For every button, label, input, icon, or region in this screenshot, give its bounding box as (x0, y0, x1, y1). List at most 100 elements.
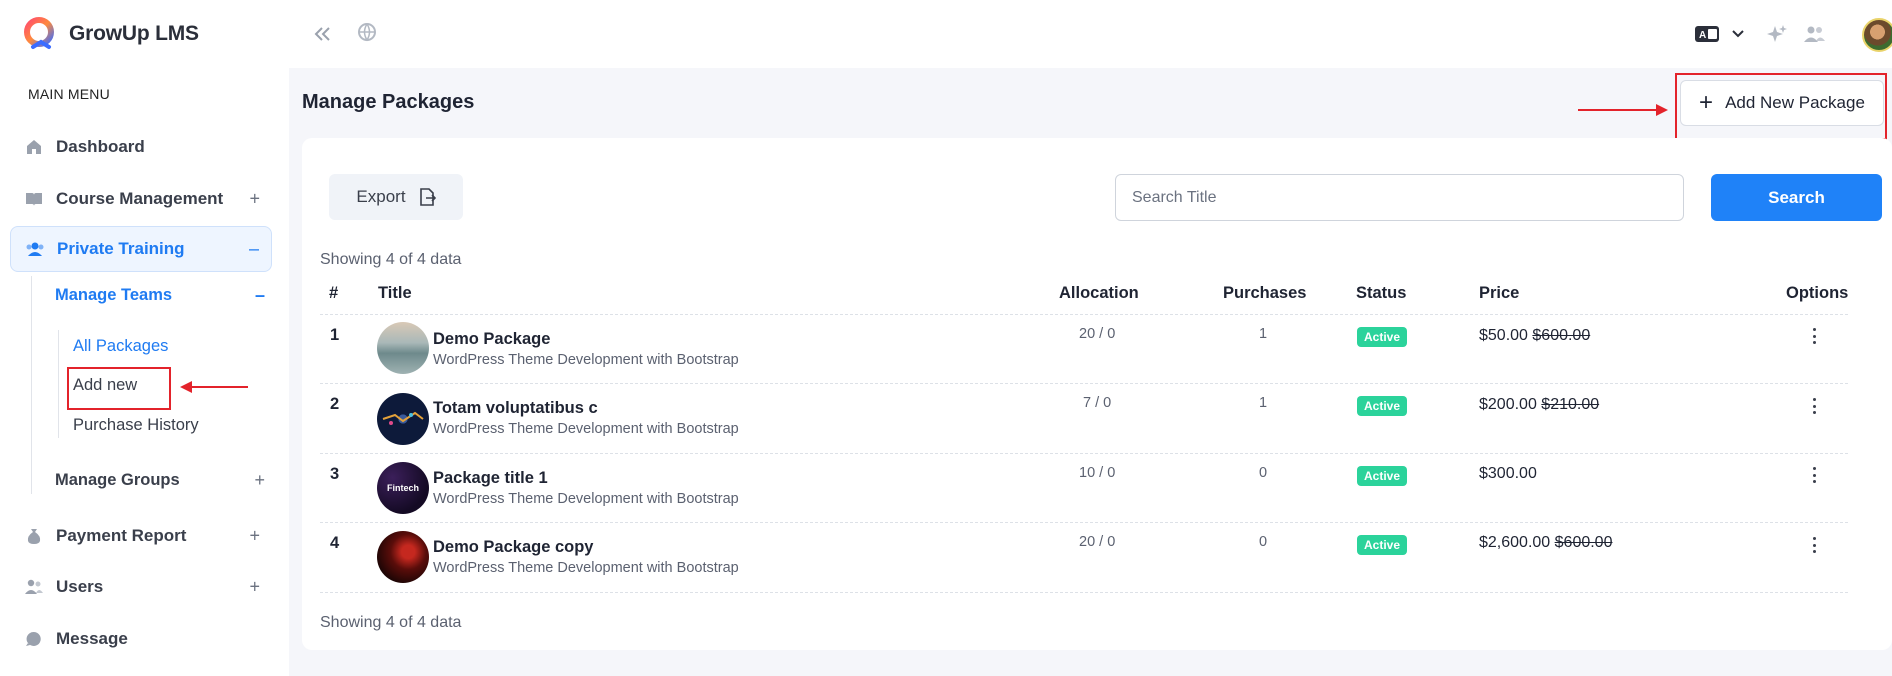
package-title[interactable]: Demo Package copy (433, 538, 594, 557)
row-number: 2 (330, 395, 340, 413)
menu-title: MAIN MENU (28, 86, 110, 102)
export-button[interactable]: Export (329, 174, 463, 220)
submenu-rail (58, 330, 59, 438)
status-badge: Active (1357, 535, 1408, 555)
row-number: 1 (330, 326, 340, 344)
package-thumbnail[interactable]: Fintech (377, 462, 429, 514)
sidebar-item-label: Dashboard (56, 137, 145, 156)
package-title[interactable]: Package title 1 (433, 469, 548, 488)
sidebar-item-label: Payment Report (56, 526, 187, 545)
package-thumbnail[interactable] (377, 322, 429, 374)
expand-icon[interactable]: + (249, 526, 260, 547)
search-input[interactable] (1115, 174, 1684, 221)
old-price: $600.00 (1532, 327, 1591, 344)
sidebar-item-course-management[interactable]: Course Management + (10, 176, 272, 222)
purchases-value: 0 (1259, 534, 1268, 550)
options-menu-icon[interactable] (1806, 326, 1822, 346)
sidebar: GrowUp LMS MAIN MENU Dashboard Course Ma… (0, 0, 289, 676)
purchases-value: 1 (1259, 395, 1268, 411)
money-bag-icon (24, 526, 44, 546)
options-menu-icon[interactable] (1806, 535, 1822, 555)
column-header-status: Status (1356, 284, 1407, 302)
sidebar-item-purchase-history[interactable]: Purchase History (73, 416, 199, 435)
column-header-price: Price (1479, 284, 1520, 302)
user-group-icon (24, 577, 44, 597)
sidebar-item-label: Manage Teams (55, 286, 173, 304)
allocation-value: 7 / 0 (1083, 395, 1112, 411)
package-title[interactable]: Demo Package (433, 330, 550, 349)
old-price: $600.00 (1554, 534, 1613, 551)
thumbnail-text: Fintech (386, 483, 419, 493)
column-header-title: Title (378, 284, 412, 302)
package-subtitle: WordPress Theme Development with Bootstr… (433, 560, 739, 576)
row-divider (320, 314, 1848, 315)
users-icon (25, 239, 45, 259)
sidebar-item-message[interactable]: Message (10, 616, 272, 662)
book-icon (24, 189, 44, 209)
expand-icon[interactable]: + (249, 577, 260, 598)
sidebar-item-payment-report[interactable]: Payment Report + (10, 513, 272, 559)
chevron-down-icon[interactable] (1726, 22, 1750, 46)
allocation-value: 10 / 0 (1079, 465, 1116, 481)
growup-logo-icon (24, 17, 54, 49)
svg-text:A: A (1699, 30, 1706, 41)
row-divider (320, 522, 1848, 523)
status-badge: Active (1357, 396, 1408, 416)
price: $200.00 $210.00 (1479, 396, 1599, 414)
purchases-value: 1 (1259, 326, 1268, 342)
row-number: 3 (330, 465, 340, 483)
export-file-icon (419, 188, 436, 206)
expand-icon[interactable]: + (254, 470, 265, 491)
showing-count: Showing 4 of 4 data (320, 251, 462, 268)
users-icon[interactable] (1802, 22, 1826, 46)
sidebar-item-private-training[interactable]: Private Training – (10, 226, 272, 272)
status-badge: Active (1357, 466, 1408, 486)
sidebar-item-manage-groups[interactable]: Manage Groups + (55, 470, 265, 491)
avatar[interactable] (1862, 18, 1892, 52)
package-subtitle: WordPress Theme Development with Bootstr… (433, 421, 739, 437)
globe-icon[interactable] (355, 20, 379, 44)
current-price: $50.00 (1479, 327, 1528, 344)
row-divider (320, 383, 1848, 384)
export-label: Export (356, 187, 406, 206)
price: $50.00 $600.00 (1479, 327, 1590, 345)
annotation-arrow (1578, 109, 1658, 111)
allocation-value: 20 / 0 (1079, 326, 1116, 342)
brand-name: GrowUp LMS (69, 22, 199, 45)
purchases-value: 0 (1259, 465, 1268, 481)
package-title[interactable]: Totam voluptatibus c (433, 399, 598, 418)
column-header-options: Options (1786, 284, 1849, 302)
options-menu-icon[interactable] (1806, 396, 1822, 416)
collapse-icon[interactable]: – (249, 239, 259, 260)
showing-count-footer: Showing 4 of 4 data (320, 614, 462, 631)
sidebar-item-label: Message (56, 629, 128, 648)
options-menu-icon[interactable] (1806, 465, 1822, 485)
package-thumbnail[interactable] (377, 531, 429, 583)
language-icon[interactable]: A (1693, 22, 1721, 46)
package-subtitle: WordPress Theme Development with Bootstr… (433, 352, 739, 368)
brand[interactable]: GrowUp LMS (21, 14, 199, 54)
search-button[interactable]: Search (1711, 174, 1882, 221)
package-thumbnail[interactable] (377, 393, 429, 445)
row-number: 4 (330, 534, 340, 552)
annotation-box (67, 367, 171, 410)
collapse-icon[interactable]: – (255, 285, 265, 306)
price: $2,600.00 $600.00 (1479, 534, 1612, 552)
row-divider (320, 592, 1848, 593)
sidebar-item-label: Manage Groups (55, 471, 180, 489)
topbar: A (289, 0, 1892, 68)
sidebar-item-manage-teams[interactable]: Manage Teams – (55, 285, 265, 306)
sparkle-icon[interactable] (1765, 22, 1789, 46)
allocation-value: 20 / 0 (1079, 534, 1116, 550)
current-price: $200.00 (1479, 396, 1537, 413)
current-price: $300.00 (1479, 465, 1537, 482)
status-badge: Active (1357, 327, 1408, 347)
column-header-allocation: Allocation (1059, 284, 1139, 302)
collapse-sidebar-icon[interactable] (311, 22, 335, 46)
sidebar-item-dashboard[interactable]: Dashboard (10, 124, 272, 170)
sidebar-item-users[interactable]: Users + (10, 564, 272, 610)
expand-icon[interactable]: + (249, 189, 260, 210)
home-icon (24, 137, 44, 157)
current-price: $2,600.00 (1479, 534, 1551, 551)
sidebar-item-all-packages[interactable]: All Packages (73, 337, 168, 356)
